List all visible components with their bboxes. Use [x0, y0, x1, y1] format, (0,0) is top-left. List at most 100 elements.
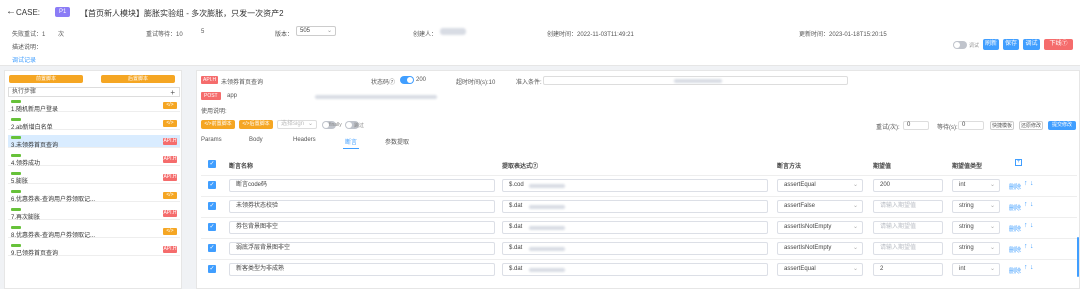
delete-row-link[interactable]: 删除 — [1009, 224, 1021, 233]
offline-button[interactable]: 下线⑦ — [1044, 39, 1073, 50]
select-all-checkbox[interactable]: ✓ — [208, 160, 216, 168]
version-select[interactable]: 505 ⌄ — [296, 26, 336, 36]
debug-button[interactable]: 调试 — [1023, 39, 1040, 50]
assert-name-input[interactable]: 券包背景图非空 — [229, 221, 495, 234]
delete-row-link[interactable]: 删除 — [1009, 266, 1021, 275]
move-up-icon[interactable]: ↑ — [1024, 222, 1028, 229]
move-down-icon[interactable]: ↓ — [1030, 201, 1034, 208]
move-down-icon[interactable]: ↓ — [1030, 264, 1034, 271]
step-name: 5.膨胀 — [11, 179, 29, 185]
scrollbar[interactable] — [1077, 237, 1079, 277]
submit-changes-button[interactable]: 提交修改 — [1048, 121, 1076, 130]
step-item[interactable]: 2.ab新增白名单 </> — [8, 117, 180, 131]
usage-desc-label: 使用说明: — [201, 109, 227, 115]
quick-template-button[interactable]: 快捷模板 — [990, 121, 1014, 130]
extract-expr-input[interactable]: $.cod — [502, 179, 768, 192]
add-step-icon[interactable]: + — [170, 88, 175, 97]
refresh-button[interactable]: 刷新 — [983, 39, 999, 50]
extract-expr-input[interactable]: $.dat — [502, 221, 768, 234]
extract-expr-text: $.dat — [509, 203, 523, 209]
tab-params[interactable]: Params — [201, 137, 222, 143]
debug-switch[interactable] — [953, 41, 967, 49]
skip-label: 跳过 — [354, 123, 365, 129]
move-up-icon[interactable]: ↑ — [1024, 264, 1028, 271]
step-item[interactable]: 4.领券成功 API.H — [8, 153, 180, 167]
expect-type-select[interactable]: string ⌄ — [952, 200, 1000, 213]
pre-script-button[interactable]: 前置脚本 — [9, 75, 83, 83]
detail-pre-script-button[interactable]: </>前置脚本 — [201, 120, 235, 129]
row-checkbox[interactable]: ✓ — [208, 244, 216, 252]
assert-name-input[interactable]: 弱底浮层背景图非空 — [229, 242, 495, 255]
assert-name-input[interactable]: 断言code码 — [229, 179, 495, 192]
tab-body[interactable]: Body — [249, 137, 263, 143]
move-up-icon[interactable]: ↑ — [1024, 180, 1028, 187]
steps-header: 执行步骤 + — [8, 87, 180, 97]
debug-toggle[interactable]: 调试 — [953, 41, 979, 49]
row-checkbox[interactable]: ✓ — [208, 202, 216, 210]
fail-retry-label: 失败重试：1 — [12, 32, 46, 38]
chevron-down-icon: ⌄ — [852, 245, 858, 251]
assert-method-select[interactable]: assertEqual ⌄ — [777, 179, 863, 192]
step-item[interactable]: 6.优惠券表-查询用户券领取记... </> — [8, 189, 180, 203]
version-value: 505 — [300, 28, 311, 34]
expect-value-input[interactable]: 请输入期望值 — [873, 221, 943, 234]
retry-count-input[interactable]: 0 — [903, 121, 929, 130]
expect-value-input[interactable]: 请输入期望值 — [873, 200, 943, 213]
save-button[interactable]: 保存 — [1003, 39, 1019, 50]
delete-row-link[interactable]: 删除 — [1009, 182, 1021, 191]
condition-input[interactable] — [543, 76, 848, 85]
chevron-down-icon: ⌄ — [307, 121, 313, 127]
step-item[interactable]: 7.再次膨胀 API.H — [8, 207, 180, 221]
assert-method-select[interactable]: assertFalse ⌄ — [777, 200, 863, 213]
retry-count-label: 重试(次): — [876, 125, 900, 131]
move-up-icon[interactable]: ↑ — [1024, 243, 1028, 250]
expect-type-select[interactable]: string ⌄ — [952, 221, 1000, 234]
status-code-switch[interactable] — [400, 76, 414, 84]
wait-seconds-input[interactable]: 0 — [958, 121, 984, 130]
expect-value-input[interactable]: 200 — [873, 179, 943, 192]
assert-method-select[interactable]: assertEqual ⌄ — [777, 263, 863, 276]
tab-param-extract[interactable]: 参数提取 — [385, 137, 409, 146]
tab-headers[interactable]: Headers — [293, 137, 316, 143]
extract-expr-input[interactable]: $.dat — [502, 200, 768, 213]
debug-log-link[interactable]: 调试记录 — [12, 55, 36, 64]
assert-method-select[interactable]: assertIsNotEmpty ⌄ — [777, 221, 863, 234]
expect-type-select[interactable]: int ⌄ — [952, 179, 1000, 192]
move-down-icon[interactable]: ↓ — [1030, 180, 1034, 187]
step-item[interactable]: 1.随机新用户登录 </> — [8, 99, 180, 113]
expect-type-select[interactable]: int ⌄ — [952, 263, 1000, 276]
row-checkbox[interactable]: ✓ — [208, 181, 216, 189]
condition-redacted — [674, 79, 722, 83]
assert-method-select[interactable]: assertIsNotEmpty ⌄ — [777, 242, 863, 255]
move-down-icon[interactable]: ↓ — [1030, 222, 1034, 229]
expect-type-select[interactable]: string ⌄ — [952, 242, 1000, 255]
move-down-icon[interactable]: ↓ — [1030, 243, 1034, 250]
delete-row-link[interactable]: 删除 — [1009, 245, 1021, 254]
step-type-badge: </> — [163, 120, 177, 127]
detail-post-script-button[interactable]: </>后置脚本 — [239, 120, 273, 129]
step-item[interactable]: 3.未领券首页查询 API.H — [8, 135, 180, 149]
restore-changes-button[interactable]: 还原修改 — [1019, 121, 1043, 130]
delete-row-link[interactable]: 删除 — [1009, 203, 1021, 212]
step-item[interactable]: 8.优惠券表-查询用户券领取记... </> — [8, 225, 180, 239]
wait-seconds-label: 等待(s): — [937, 125, 958, 131]
row-checkbox[interactable]: ✓ — [208, 265, 216, 273]
step-item[interactable]: 5.膨胀 API.H — [8, 171, 180, 185]
assert-name-input[interactable]: 未领券状态校验 — [229, 200, 495, 213]
add-assertion-icon[interactable]: + — [1015, 159, 1022, 166]
extract-expr-input[interactable]: $.dat — [502, 263, 768, 276]
finally-label: finally — [329, 122, 342, 128]
row-checkbox[interactable]: ✓ — [208, 223, 216, 231]
back-arrow-icon[interactable]: ← — [6, 6, 16, 17]
sign-select[interactable]: 选择sign ⌄ — [277, 120, 317, 129]
expect-value-input[interactable]: 2 — [873, 263, 943, 276]
assert-name-input[interactable]: 新客类型为非成熟 — [229, 263, 495, 276]
extract-expr-input[interactable]: $.dat — [502, 242, 768, 255]
step-item[interactable]: 9.已领券首页查询 API.H — [8, 243, 180, 257]
post-script-button[interactable]: 后置脚本 — [101, 75, 175, 83]
expect-value-input[interactable]: 请输入期望值 — [873, 242, 943, 255]
assert-method-value: assertIsNotEmpty — [784, 245, 832, 251]
path-redacted — [315, 95, 437, 99]
tab-assertions[interactable]: 断言 — [345, 137, 357, 146]
move-up-icon[interactable]: ↑ — [1024, 201, 1028, 208]
